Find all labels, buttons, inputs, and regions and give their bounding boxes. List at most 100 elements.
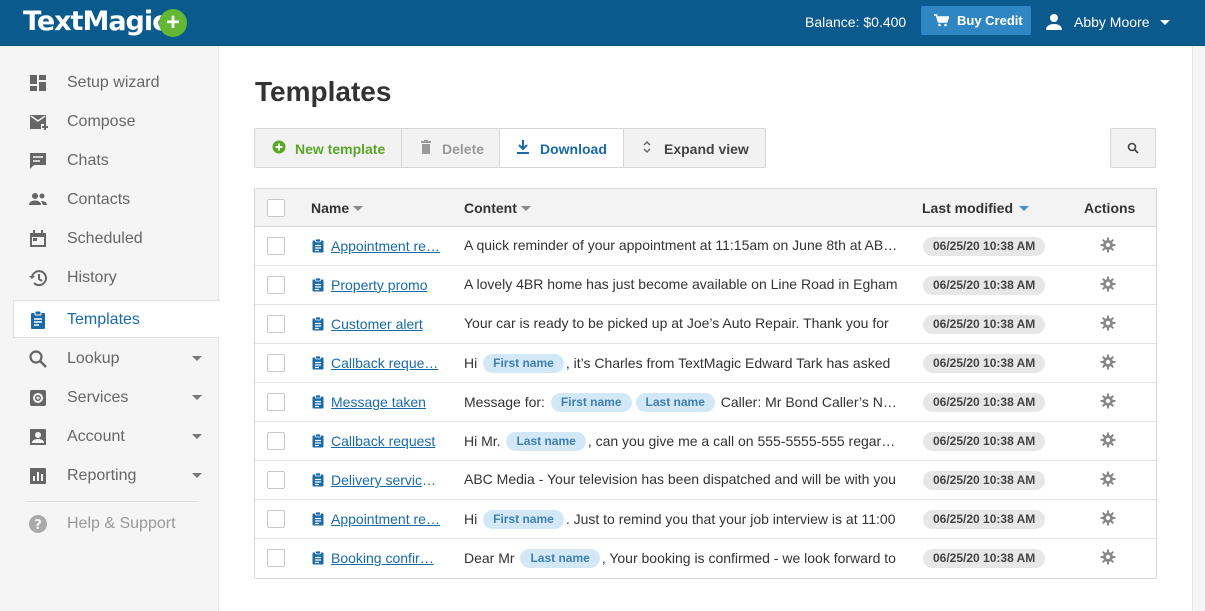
sidebar-item-setup-wizard[interactable]: Setup wizard — [14, 64, 219, 102]
table-row[interactable]: Property promo A lovely 4BR home has just… — [255, 266, 1156, 305]
sidebar-item-history[interactable]: History — [14, 259, 219, 297]
gear-icon[interactable] — [1100, 393, 1116, 409]
gear-icon[interactable] — [1100, 549, 1116, 565]
row-checkbox[interactable] — [267, 237, 285, 255]
table-row[interactable]: Appointment re… Hi First name. Just to re… — [255, 500, 1156, 539]
content-text: Your car is ready to be picked up at Joe… — [464, 315, 889, 331]
row-checkbox[interactable] — [267, 354, 285, 372]
expand-view-button[interactable]: Expand view — [624, 129, 765, 167]
download-icon — [517, 140, 529, 154]
template-name-link[interactable]: Delivery service… — [331, 472, 443, 488]
table-row[interactable]: Delivery service… ABC Media - Your televi… — [255, 461, 1156, 500]
sidebar-item-label: Account — [67, 428, 125, 445]
account-icon — [30, 429, 46, 445]
template-content: ABC Media - Your television has been dis… — [464, 471, 901, 487]
gear-icon[interactable] — [1100, 432, 1116, 448]
sidebar-item-label: Scheduled — [67, 230, 143, 247]
table-row[interactable]: Message taken Message for: First name Last… — [255, 383, 1156, 422]
sidebar-item-label: Templates — [67, 311, 140, 328]
toolbar: New template Delete Download Expand view — [254, 128, 766, 168]
template-name-link[interactable]: Booking confir… — [331, 550, 443, 566]
sort-icon — [1019, 206, 1030, 211]
last-modified-badge: 06/25/20 10:38 AM — [923, 315, 1046, 334]
gear-icon[interactable] — [1100, 471, 1116, 487]
cart-icon — [934, 14, 949, 27]
sidebar-divider — [27, 501, 197, 502]
template-name-link[interactable]: Callback request — [331, 433, 443, 449]
sidebar-item-scheduled[interactable]: Scheduled — [14, 220, 219, 258]
select-all-checkbox[interactable] — [267, 199, 285, 217]
sidebar-item-chats[interactable]: Chats — [14, 142, 219, 180]
row-checkbox[interactable] — [267, 315, 285, 333]
services-icon — [30, 390, 46, 406]
column-header-last-modified[interactable]: Last modified — [922, 200, 1030, 216]
sidebar-item-label: History — [67, 269, 117, 286]
app-logo[interactable]: TextMagic — [23, 6, 168, 37]
sidebar-item-label: Lookup — [67, 350, 120, 367]
gear-icon[interactable] — [1100, 237, 1116, 253]
row-checkbox[interactable] — [267, 471, 285, 489]
sidebar-item-contacts[interactable]: Contacts — [14, 181, 219, 219]
table-row[interactable]: Callback request Hi Mr. Last name, can yo… — [255, 422, 1156, 461]
search-button[interactable] — [1110, 128, 1156, 168]
template-icon — [312, 395, 324, 409]
template-name-link[interactable]: Message taken — [331, 394, 443, 410]
gear-icon[interactable] — [1100, 510, 1116, 526]
reporting-icon — [30, 468, 46, 484]
sidebar-item-account[interactable]: Account — [14, 418, 219, 456]
template-name-link[interactable]: Callback reque… — [331, 355, 443, 371]
row-checkbox[interactable] — [267, 549, 285, 567]
sidebar-item-services[interactable]: Services — [14, 379, 219, 417]
plus-circle-icon — [272, 140, 286, 154]
row-checkbox[interactable] — [267, 393, 285, 411]
gear-icon[interactable] — [1100, 354, 1116, 370]
new-template-button[interactable]: New template — [255, 129, 402, 167]
content-text: , can you give me a call on 555-5555-555… — [587, 433, 901, 449]
column-header-name[interactable]: Name — [311, 200, 364, 216]
download-label: Download — [540, 141, 607, 157]
template-name-link[interactable]: Property promo — [331, 277, 443, 293]
last-modified-badge: 06/25/20 10:38 AM — [923, 549, 1046, 568]
content-text: ABC Media - Your television has been dis… — [464, 471, 896, 487]
calendar-icon — [30, 230, 46, 247]
table-row[interactable]: Appointment re… A quick reminder of your … — [255, 227, 1156, 266]
template-icon — [312, 239, 324, 253]
scrollbar-track[interactable] — [1192, 46, 1205, 611]
delete-button[interactable]: Delete — [402, 129, 500, 167]
template-content: Hi First name. Just to remind you that y… — [464, 510, 901, 529]
table-row[interactable]: Customer alert Your car is ready to be pi… — [255, 305, 1156, 344]
sidebar-item-reporting[interactable]: Reporting — [14, 457, 219, 495]
user-icon — [1046, 14, 1062, 30]
row-checkbox[interactable] — [267, 510, 285, 528]
sidebar-item-label: Chats — [67, 152, 109, 169]
row-checkbox[interactable] — [267, 276, 285, 294]
svg-text:?: ? — [34, 518, 42, 533]
main-content: Templates New template Delete Download E… — [220, 46, 1192, 611]
gear-icon[interactable] — [1100, 276, 1116, 292]
content-text: . Just to remind you that your job inter… — [565, 511, 896, 527]
table-row[interactable]: Callback reque… Hi First name, it’s Charl… — [255, 344, 1156, 383]
buy-credit-label: Buy Credit — [957, 13, 1023, 28]
content-text: Caller: Mr Bond Caller’s Number — [720, 394, 901, 410]
quick-add-button[interactable]: + — [159, 9, 187, 37]
contacts-icon — [29, 193, 47, 205]
row-checkbox[interactable] — [267, 432, 285, 450]
buy-credit-button[interactable]: Buy Credit — [921, 6, 1031, 35]
sidebar-item-compose[interactable]: Compose — [14, 103, 219, 141]
template-icon — [312, 356, 324, 370]
table-row[interactable]: Booking confir… Dear Mr Last name, Your b… — [255, 539, 1156, 578]
gear-icon[interactable] — [1100, 315, 1116, 331]
template-name-link[interactable]: Appointment re… — [331, 238, 443, 254]
column-header-content[interactable]: Content — [464, 200, 531, 216]
merge-field-tag: Last name — [506, 432, 586, 451]
sidebar-item-help-support[interactable]: ? Help & Support — [14, 505, 219, 543]
merge-field-tag: First name — [483, 354, 564, 373]
column-header-actions: Actions — [1084, 200, 1136, 216]
template-name-link[interactable]: Appointment re… — [331, 511, 443, 527]
sidebar-item-lookup[interactable]: Lookup — [14, 340, 219, 378]
last-modified-badge: 06/25/20 10:38 AM — [923, 471, 1046, 490]
download-button[interactable]: Download — [500, 129, 624, 167]
template-name-link[interactable]: Customer alert — [331, 316, 443, 332]
page-title: Templates — [255, 76, 392, 107]
sidebar-item-templates[interactable]: Templates — [13, 300, 220, 338]
